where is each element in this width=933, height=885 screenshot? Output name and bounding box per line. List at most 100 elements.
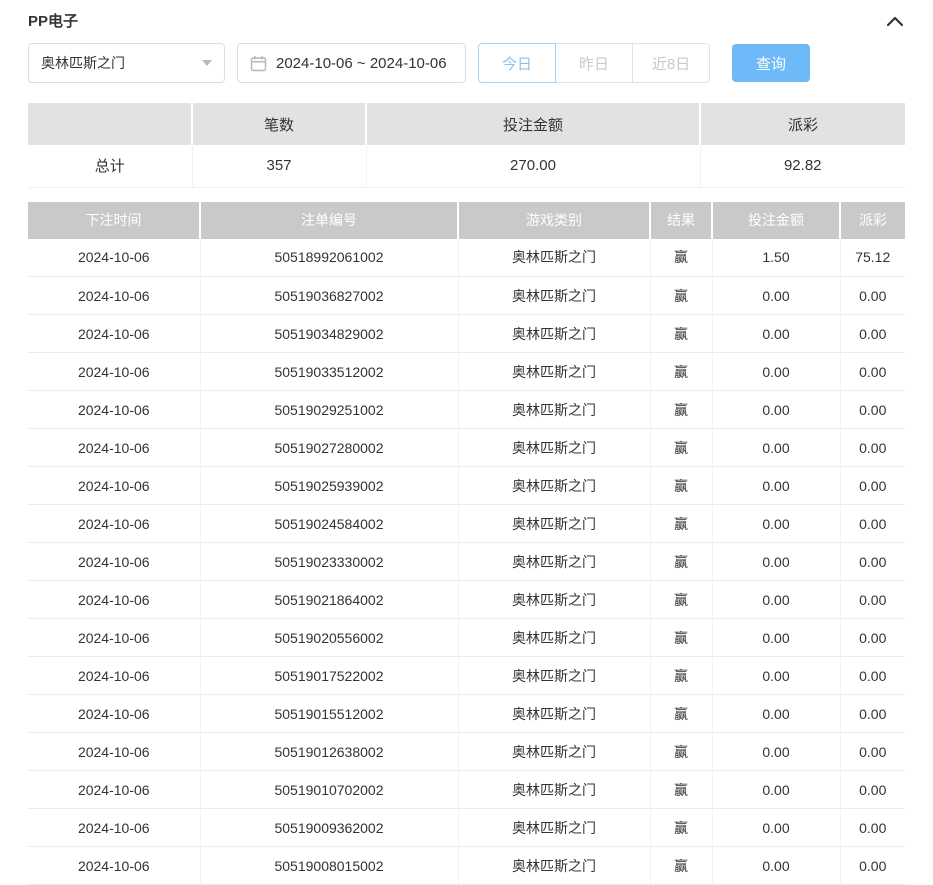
table-row: 2024-10-0650519023330002奥林匹斯之门赢0.000.00 [28, 543, 905, 581]
page-title: PP电子 [28, 10, 78, 31]
table-cell: 赢 [650, 315, 712, 353]
table-cell: 2024-10-06 [28, 353, 200, 391]
table-row: 2024-10-0650519017522002奥林匹斯之门赢0.000.00 [28, 657, 905, 695]
table-cell: 赢 [650, 619, 712, 657]
summary-header-count: 笔数 [192, 103, 366, 145]
table-cell: 2024-10-06 [28, 809, 200, 847]
table-cell: 0.00 [840, 277, 905, 315]
panel-header: PP电子 [28, 0, 905, 43]
table-cell: 赢 [650, 695, 712, 733]
quick-button-today[interactable]: 今日 [478, 43, 556, 83]
table-cell: 50518992061002 [200, 239, 458, 277]
table-cell: 赢 [650, 581, 712, 619]
table-cell: 奥林匹斯之门 [458, 847, 650, 885]
table-row: 2024-10-0650519015512002奥林匹斯之门赢0.000.00 [28, 695, 905, 733]
table-cell: 0.00 [712, 847, 840, 885]
collapse-button[interactable] [885, 14, 905, 28]
table-cell: 2024-10-06 [28, 239, 200, 277]
table-row: 2024-10-0650519009362002奥林匹斯之门赢0.000.00 [28, 809, 905, 847]
table-row: 2024-10-0650519008015002奥林匹斯之门赢0.000.00 [28, 847, 905, 885]
table-row: 2024-10-0650519033512002奥林匹斯之门赢0.000.00 [28, 353, 905, 391]
quick-date-button-group: 今日 昨日 近8日 [478, 43, 710, 83]
date-range-input[interactable]: 2024-10-06 ~ 2024-10-06 [237, 43, 466, 83]
table-cell: 赢 [650, 277, 712, 315]
table-cell: 赢 [650, 505, 712, 543]
table-cell: 0.00 [712, 505, 840, 543]
table-cell: 0.00 [840, 619, 905, 657]
table-cell: 0.00 [840, 429, 905, 467]
search-button[interactable]: 查询 [732, 44, 810, 82]
bet-table-header-row: 下注时间 注单编号 游戏类别 结果 投注金额 派彩 [28, 202, 905, 239]
header-payout: 派彩 [840, 202, 905, 239]
summary-header-bet-amount: 投注金额 [366, 103, 700, 145]
date-range-value: 2024-10-06 ~ 2024-10-06 [276, 55, 447, 72]
bet-records-table: 下注时间 注单编号 游戏类别 结果 投注金额 派彩 2024-10-065051… [28, 202, 905, 885]
table-cell: 2024-10-06 [28, 505, 200, 543]
summary-header-blank [28, 103, 192, 145]
table-row: 2024-10-0650519025939002奥林匹斯之门赢0.000.00 [28, 467, 905, 505]
table-cell: 奥林匹斯之门 [458, 239, 650, 277]
table-cell: 0.00 [712, 695, 840, 733]
table-row: 2024-10-0650519027280002奥林匹斯之门赢0.000.00 [28, 429, 905, 467]
table-cell: 0.00 [840, 809, 905, 847]
table-cell: 奥林匹斯之门 [458, 277, 650, 315]
table-cell: 0.00 [840, 771, 905, 809]
table-cell: 50519009362002 [200, 809, 458, 847]
table-cell: 赢 [650, 239, 712, 277]
header-bet-amount: 投注金额 [712, 202, 840, 239]
table-cell: 奥林匹斯之门 [458, 657, 650, 695]
table-cell: 奥林匹斯之门 [458, 809, 650, 847]
game-select-value: 奥林匹斯之门 [41, 53, 125, 73]
table-row: 2024-10-0650519010702002奥林匹斯之门赢0.000.00 [28, 771, 905, 809]
table-cell: 50519029251002 [200, 391, 458, 429]
summary-total-payout: 92.82 [700, 145, 905, 187]
table-cell: 50519034829002 [200, 315, 458, 353]
table-cell: 0.00 [712, 809, 840, 847]
table-row: 2024-10-0650519012638002奥林匹斯之门赢0.000.00 [28, 733, 905, 771]
table-cell: 奥林匹斯之门 [458, 467, 650, 505]
table-cell: 奥林匹斯之门 [458, 391, 650, 429]
table-cell: 50519033512002 [200, 353, 458, 391]
summary-table: 笔数 投注金额 派彩 总计 357 270.00 92.82 [28, 103, 905, 188]
table-cell: 0.00 [840, 315, 905, 353]
table-cell: 0.00 [712, 733, 840, 771]
chevron-up-icon [887, 16, 903, 26]
pp-electronic-panel: PP电子 奥林匹斯之门 2024-10-06 ~ 2024-10-06 今日 昨… [0, 0, 933, 885]
table-cell: 奥林匹斯之门 [458, 695, 650, 733]
table-cell: 0.00 [712, 771, 840, 809]
table-cell: 2024-10-06 [28, 771, 200, 809]
table-cell: 0.00 [840, 695, 905, 733]
table-cell: 75.12 [840, 239, 905, 277]
game-select[interactable]: 奥林匹斯之门 [28, 43, 225, 83]
header-ticket-id: 注单编号 [200, 202, 458, 239]
table-cell: 0.00 [840, 467, 905, 505]
table-cell: 0.00 [712, 353, 840, 391]
table-cell: 0.00 [840, 733, 905, 771]
table-cell: 赢 [650, 353, 712, 391]
table-cell: 50519021864002 [200, 581, 458, 619]
table-cell: 50519010702002 [200, 771, 458, 809]
table-cell: 50519023330002 [200, 543, 458, 581]
quick-button-last8days[interactable]: 近8日 [632, 43, 710, 83]
table-cell: 赢 [650, 467, 712, 505]
table-row: 2024-10-0650519024584002奥林匹斯之门赢0.000.00 [28, 505, 905, 543]
table-cell: 奥林匹斯之门 [458, 619, 650, 657]
summary-total-row: 总计 357 270.00 92.82 [28, 145, 905, 187]
table-cell: 0.00 [712, 581, 840, 619]
table-cell: 奥林匹斯之门 [458, 429, 650, 467]
summary-total-bet-amount: 270.00 [366, 145, 700, 187]
filter-bar: 奥林匹斯之门 2024-10-06 ~ 2024-10-06 今日 昨日 近8日… [28, 43, 905, 83]
header-result: 结果 [650, 202, 712, 239]
table-cell: 奥林匹斯之门 [458, 505, 650, 543]
table-cell: 0.00 [712, 277, 840, 315]
table-cell: 赢 [650, 429, 712, 467]
table-cell: 0.00 [840, 353, 905, 391]
table-cell: 50519024584002 [200, 505, 458, 543]
table-cell: 2024-10-06 [28, 543, 200, 581]
summary-header-payout: 派彩 [700, 103, 905, 145]
summary-total-count: 357 [192, 145, 366, 187]
table-cell: 0.00 [840, 543, 905, 581]
table-cell: 50519025939002 [200, 467, 458, 505]
table-cell: 2024-10-06 [28, 619, 200, 657]
quick-button-yesterday[interactable]: 昨日 [555, 43, 633, 83]
